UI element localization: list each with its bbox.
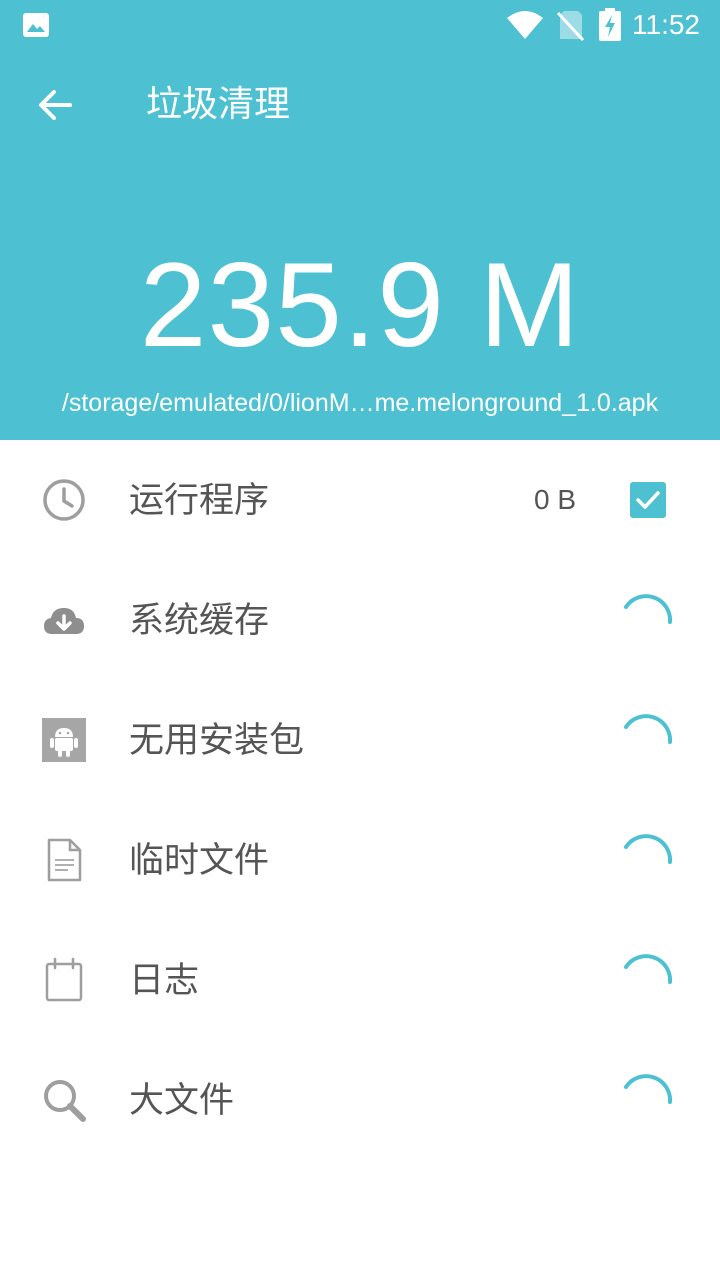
clock-icon — [43, 479, 85, 521]
scan-path: /storage/emulated/0/lionM…me.melonground… — [61, 389, 659, 417]
list-item-label: 临时文件 — [129, 841, 270, 881]
calendar-icon — [45, 957, 83, 1002]
back-arrow-icon[interactable] — [30, 80, 80, 130]
checkbox-checked[interactable] — [630, 482, 666, 518]
loading-spinner-icon — [624, 714, 673, 744]
status-bar: 11:52 — [0, 0, 720, 50]
junk-category-list: 运行程序 0 B 系统缓存 无用安装包 临时文件 日志 大文件 — [0, 440, 720, 1160]
list-item-temp-files[interactable]: 临时文件 — [0, 800, 720, 920]
list-item-system-cache[interactable]: 系统缓存 — [0, 560, 720, 680]
gallery-notification-icon — [23, 13, 49, 37]
list-item-label: 系统缓存 — [129, 601, 270, 641]
check-icon — [636, 491, 660, 509]
list-item-running-apps[interactable]: 运行程序 0 B — [0, 440, 720, 560]
loading-spinner-icon — [624, 834, 673, 864]
android-icon — [42, 718, 86, 762]
document-icon — [47, 838, 82, 882]
loading-spinner-icon — [624, 954, 673, 984]
list-item-label: 日志 — [129, 961, 200, 1001]
wifi-icon — [507, 11, 543, 39]
list-item-label: 无用安装包 — [129, 721, 305, 761]
status-time: 11:52 — [632, 9, 700, 40]
search-icon — [44, 1080, 86, 1122]
cloud-download-icon — [44, 608, 84, 634]
list-item-logs[interactable]: 日志 — [0, 920, 720, 1040]
list-item-useless-apks[interactable]: 无用安装包 — [0, 680, 720, 800]
list-item-label: 大文件 — [129, 1081, 235, 1121]
page-title: 垃圾清理 — [146, 84, 291, 125]
list-item-size: 0 B — [533, 484, 576, 515]
no-sim-icon — [556, 11, 584, 41]
list-item-large-files[interactable]: 大文件 — [0, 1040, 720, 1160]
loading-spinner-icon — [624, 594, 673, 624]
header: 11:52 垃圾清理 235.9 M /storage/emulated/0/l… — [0, 0, 720, 440]
list-item-label: 运行程序 — [129, 481, 270, 521]
battery-charging-icon — [599, 8, 621, 41]
loading-spinner-icon — [624, 1074, 673, 1104]
total-junk-size: 235.9 M — [139, 238, 581, 372]
